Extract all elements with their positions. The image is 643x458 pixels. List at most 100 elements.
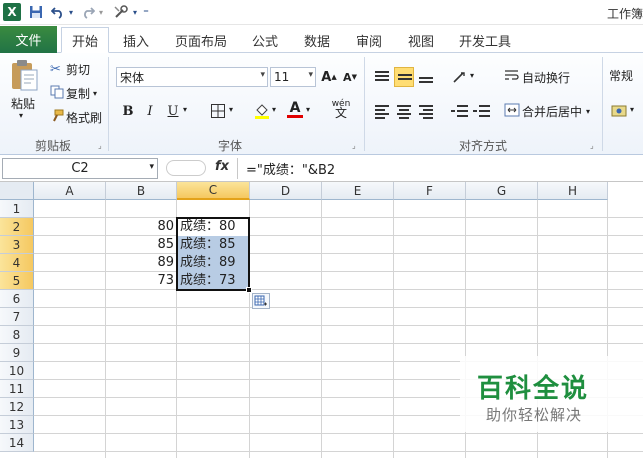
undo-dropdown-icon[interactable]: ▾ — [67, 3, 75, 21]
column-header-g[interactable]: G — [466, 182, 538, 200]
column-header-f[interactable]: F — [394, 182, 466, 200]
name-box-dropdown-icon[interactable]: ▾ — [149, 162, 154, 172]
cell-b4[interactable]: 89 — [106, 254, 176, 272]
insert-function-icon[interactable]: fx — [215, 159, 229, 174]
font-size-combo[interactable]: 11 ▾ — [270, 67, 316, 87]
font-size-dropdown-icon[interactable]: ▾ — [308, 70, 313, 80]
row-header-3[interactable]: 3 — [0, 236, 34, 254]
tab-view[interactable]: 视图 — [400, 27, 442, 53]
tab-home[interactable]: 开始 — [61, 27, 109, 53]
row-header-11[interactable]: 11 — [0, 380, 34, 398]
column-header-c[interactable]: C — [177, 182, 250, 200]
name-box-value: C2 — [71, 161, 89, 176]
accounting-format-icon[interactable] — [610, 101, 630, 121]
font-color-dropdown-icon[interactable]: ▾ — [306, 105, 310, 114]
font-launcher-icon[interactable]: ⌟ — [352, 141, 356, 150]
font-color-icon[interactable]: A — [285, 99, 305, 119]
decrease-indent-icon[interactable] — [450, 101, 470, 121]
row-header-8[interactable]: 8 — [0, 326, 34, 344]
column-header-b[interactable]: B — [106, 182, 177, 200]
ribbon-tabs: 文件 开始 插入 页面布局 公式 数据 审阅 视图 开发工具 — [0, 25, 643, 53]
excel-app-icon[interactable]: X — [3, 3, 21, 21]
align-right-icon[interactable] — [416, 101, 436, 121]
merge-center-button[interactable]: 合并后居中 ▾ — [504, 103, 590, 120]
cut-button[interactable]: ✂ 剪切 — [50, 61, 90, 78]
gridline — [34, 325, 643, 326]
tools-dropdown-icon[interactable]: ▾ — [131, 3, 139, 21]
row-header-13[interactable]: 13 — [0, 416, 34, 434]
align-center-icon[interactable] — [394, 101, 414, 121]
bold-button[interactable]: B — [118, 101, 138, 121]
italic-button[interactable]: I — [140, 101, 160, 121]
undo-icon[interactable] — [50, 3, 66, 21]
number-format-combo[interactable]: 常规 — [606, 65, 643, 85]
row-header-9[interactable]: 9 — [0, 344, 34, 362]
row-header-12[interactable]: 12 — [0, 398, 34, 416]
column-header-d[interactable]: D — [250, 182, 322, 200]
formula-bar-resize-handle[interactable] — [166, 160, 206, 176]
tab-file[interactable]: 文件 — [0, 26, 57, 53]
tab-formulas[interactable]: 公式 — [244, 27, 286, 53]
increase-indent-icon[interactable] — [472, 101, 492, 121]
tab-insert[interactable]: 插入 — [114, 27, 158, 53]
autofill-options-icon[interactable] — [252, 293, 270, 309]
redo-icon[interactable] — [80, 3, 96, 21]
format-painter-button[interactable]: 格式刷 — [50, 109, 102, 126]
row-header-5[interactable]: 5 — [0, 272, 34, 290]
border-icon[interactable] — [208, 101, 228, 121]
cell-b3[interactable]: 85 — [106, 236, 176, 254]
row-header-14[interactable]: 14 — [0, 434, 34, 452]
row-header-4[interactable]: 4 — [0, 254, 34, 272]
phonetic-guide-icon[interactable]: wén 文 — [328, 99, 354, 120]
selection-border — [176, 217, 250, 291]
accounting-dropdown-icon[interactable]: ▾ — [630, 105, 634, 114]
select-all-corner[interactable] — [0, 182, 34, 200]
font-group-label: 字体 — [217, 139, 242, 153]
save-icon[interactable] — [28, 3, 44, 21]
name-box[interactable]: C2 ▾ — [2, 158, 158, 179]
shrink-font-button[interactable]: A ▼ — [340, 67, 360, 87]
copy-button[interactable]: 复制 ▾ — [50, 85, 97, 102]
merge-dropdown-icon[interactable]: ▾ — [586, 107, 590, 116]
paste-button[interactable]: 粘贴 — [11, 95, 35, 112]
border-dropdown-icon[interactable]: ▾ — [229, 105, 233, 114]
orientation-icon[interactable] — [450, 67, 470, 87]
alignment-launcher-icon[interactable]: ⌟ — [590, 141, 594, 150]
formula-input[interactable]: ="成绩："&B2 — [237, 158, 643, 179]
wrap-text-button[interactable]: 自动换行 — [504, 69, 570, 86]
font-name-dropdown-icon[interactable]: ▾ — [260, 70, 265, 80]
customize-qat-icon[interactable]: ⁼ — [141, 3, 151, 21]
cell-b5[interactable]: 73 — [106, 272, 176, 290]
align-left-icon[interactable] — [372, 101, 392, 121]
clipboard-launcher-icon[interactable]: ⌟ — [98, 141, 102, 150]
tab-review[interactable]: 审阅 — [348, 27, 390, 53]
redo-dropdown-icon[interactable]: ▾ — [97, 3, 105, 21]
tab-data[interactable]: 数据 — [296, 27, 338, 53]
align-top-icon[interactable] — [372, 67, 392, 87]
column-header-a[interactable]: A — [34, 182, 106, 200]
row-header-2[interactable]: 2 — [0, 218, 34, 236]
underline-button[interactable]: U — [163, 101, 183, 121]
font-name-combo[interactable]: 宋体 ▾ — [116, 67, 268, 87]
fill-color-icon[interactable] — [252, 100, 272, 120]
underline-dropdown-icon[interactable]: ▾ — [183, 105, 187, 114]
paste-icon[interactable] — [8, 57, 40, 93]
fill-color-dropdown-icon[interactable]: ▾ — [272, 105, 276, 114]
tab-page-layout[interactable]: 页面布局 — [168, 27, 234, 53]
format-painter-label: 格式刷 — [66, 111, 103, 125]
paste-dropdown-icon[interactable]: ▾ — [19, 111, 23, 120]
align-bottom-icon[interactable] — [416, 67, 436, 87]
grow-font-button[interactable]: A ▲ — [319, 67, 339, 87]
orientation-dropdown-icon[interactable]: ▾ — [470, 71, 474, 80]
tools-icon[interactable] — [112, 3, 130, 21]
row-header-1[interactable]: 1 — [0, 200, 34, 218]
copy-dropdown-icon[interactable]: ▾ — [93, 89, 97, 98]
tab-developer[interactable]: 开发工具 — [452, 27, 518, 53]
row-header-10[interactable]: 10 — [0, 362, 34, 380]
row-header-7[interactable]: 7 — [0, 308, 34, 326]
row-header-6[interactable]: 6 — [0, 290, 34, 308]
column-header-h[interactable]: H — [538, 182, 608, 200]
column-header-e[interactable]: E — [322, 182, 394, 200]
cell-b2[interactable]: 80 — [106, 218, 176, 236]
align-middle-icon[interactable] — [394, 67, 414, 87]
